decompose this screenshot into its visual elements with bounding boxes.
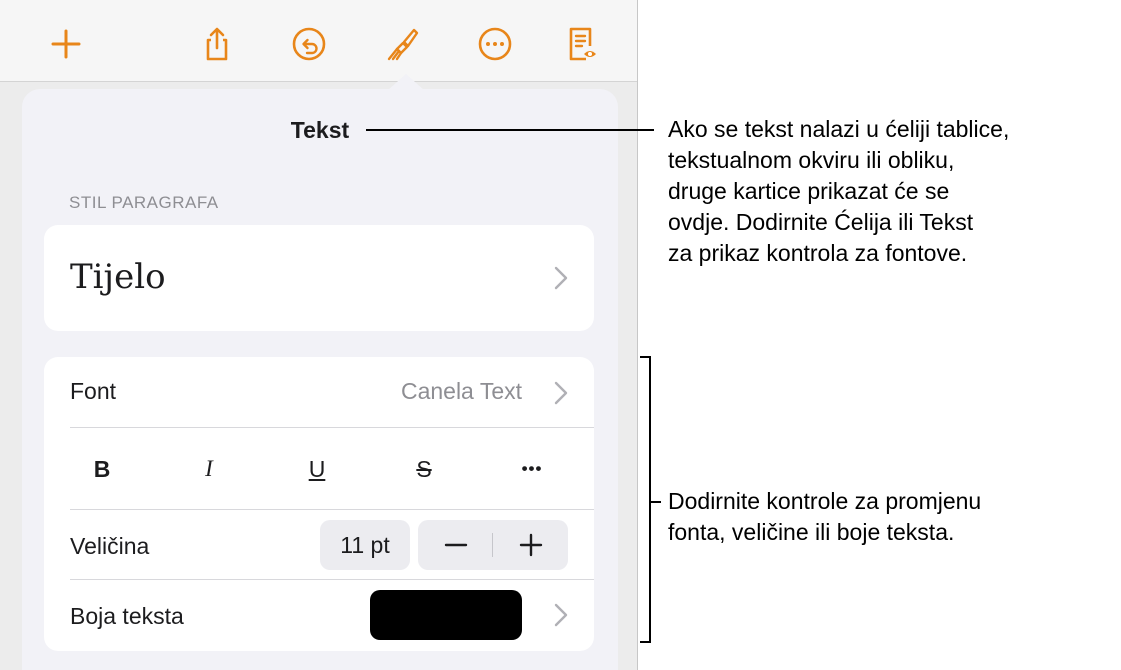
undo-icon <box>292 27 326 61</box>
italic-button[interactable]: I <box>179 449 239 489</box>
callout-tabs-text: Ako se tekst nalazi u ćeliji tablice, te… <box>668 116 1010 266</box>
chevron-right-icon <box>554 603 568 627</box>
callout-bracket-tick <box>651 501 661 503</box>
font-label: Font <box>70 378 117 404</box>
callout-controls-text: Dodirnite kontrole za promjenu fonta, ve… <box>668 488 982 545</box>
popover-arrow <box>388 74 424 90</box>
text-style-buttons-row: B I U S ••• <box>44 449 594 489</box>
font-size-stepper <box>418 520 568 570</box>
more-icon <box>478 27 512 61</box>
share-button[interactable] <box>193 20 241 68</box>
divider <box>70 427 594 428</box>
callout-leader-line <box>366 129 654 131</box>
callout-bracket <box>649 356 651 643</box>
increase-size-button[interactable] <box>493 520 568 570</box>
paragraph-style-section-label: STIL PARAGRAFA <box>69 193 219 212</box>
font-size-value[interactable]: 11 pt <box>320 520 410 570</box>
text-color-row[interactable]: Boja teksta <box>44 579 594 651</box>
undo-button[interactable] <box>285 20 333 68</box>
format-popover: Tekst STIL PARAGRAFA Tijelo Font Canela … <box>22 89 618 670</box>
font-row[interactable]: Font Canela Text <box>44 357 594 427</box>
chevron-right-icon <box>554 381 568 405</box>
plus-icon <box>51 29 81 59</box>
reading-view-button[interactable] <box>557 20 605 68</box>
more-button[interactable] <box>471 20 519 68</box>
toolbar <box>0 0 637 82</box>
text-color-swatch[interactable] <box>370 590 522 640</box>
paragraph-style-value: Tijelo <box>70 257 166 297</box>
share-icon <box>206 27 228 61</box>
more-text-options-button[interactable]: ••• <box>502 449 562 489</box>
paragraph-style-row[interactable]: Tijelo <box>44 225 594 331</box>
callout-bracket-bottom <box>640 641 651 643</box>
decrease-size-button[interactable] <box>418 520 493 570</box>
bold-button[interactable]: B <box>72 449 132 489</box>
plus-icon <box>519 533 542 557</box>
ipad-screen: Tekst STIL PARAGRAFA Tijelo Font Canela … <box>0 0 638 670</box>
format-button[interactable] <box>378 20 426 68</box>
text-color-label: Boja teksta <box>70 603 184 629</box>
size-label: Veličina <box>70 533 150 559</box>
strikethrough-button[interactable]: S <box>394 449 454 489</box>
minus-icon <box>444 543 467 547</box>
font-value: Canela Text <box>400 378 522 404</box>
format-brush-icon <box>387 28 419 61</box>
size-row: Veličina 11 pt <box>44 509 594 579</box>
reading-view-icon <box>569 27 596 61</box>
underline-button[interactable]: U <box>287 449 347 489</box>
chevron-right-icon <box>554 266 568 290</box>
callout-bracket-top <box>640 356 651 358</box>
add-button[interactable] <box>42 20 90 68</box>
font-controls-card: Font Canela Text B I U S ••• Veličina 11… <box>44 357 594 651</box>
